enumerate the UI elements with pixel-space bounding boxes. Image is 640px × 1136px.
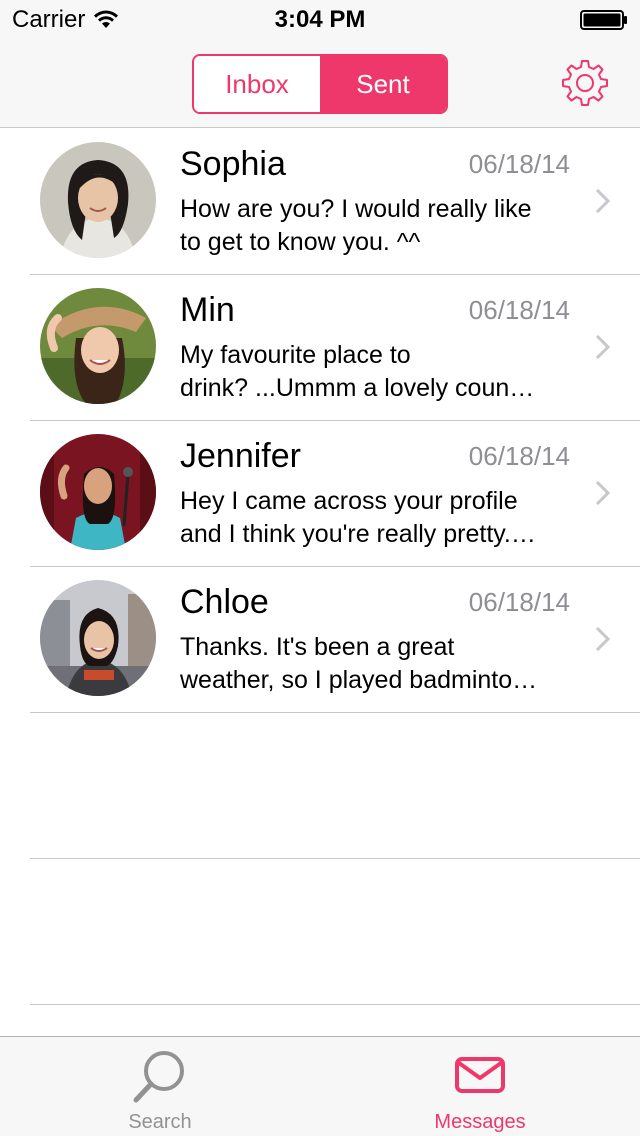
tab-search-label: Search [128, 1111, 192, 1133]
avatar [40, 434, 156, 550]
chevron-right-icon [595, 334, 611, 360]
avatar [40, 580, 156, 696]
tab-bar: Search Messages [0, 1036, 640, 1136]
message-date: 06/18/14 [468, 149, 570, 179]
avatar [40, 142, 156, 258]
sender-name: Jennifer [180, 437, 301, 475]
navigation-bar: Inbox Sent [0, 40, 640, 128]
sender-name: Chloe [180, 583, 269, 621]
message-list: Sophia 06/18/14 How are you? I would rea… [0, 129, 640, 1005]
tab-messages[interactable]: Messages [320, 1037, 640, 1136]
tab-messages-label: Messages [434, 1111, 526, 1133]
chevron-right-icon [595, 188, 611, 214]
message-preview-line: drink? ...Ummm a lovely coun… [180, 374, 535, 402]
message-preview-line: and I think you're really pretty.… [180, 520, 536, 548]
chevron-right-icon [595, 480, 611, 506]
message-preview-line: Hey I came across your profile [180, 487, 518, 515]
empty-row [0, 713, 640, 859]
message-preview-line: Thanks. It's been a great [180, 633, 455, 661]
gear-icon[interactable] [560, 58, 610, 108]
sender-name: Min [180, 291, 235, 329]
message-row-min[interactable]: Min 06/18/14 My favourite place to drink… [0, 275, 640, 421]
inbox-sent-segmented-control: Inbox Sent [192, 54, 448, 114]
message-preview: Thanks. It's been a great weather, so I … [180, 631, 572, 697]
empty-row [0, 859, 640, 1005]
message-preview-line: to get to know you. ^^ [180, 228, 421, 256]
message-row-jennifer[interactable]: Jennifer 06/18/14 Hey I came across your… [0, 421, 640, 567]
message-row-chloe[interactable]: Chloe 06/18/14 Thanks. It's been a great… [0, 567, 640, 713]
message-preview-line: weather, so I played badminto… [180, 666, 538, 694]
sender-name: Sophia [180, 145, 286, 183]
chevron-right-icon [595, 626, 611, 652]
envelope-icon [455, 1057, 505, 1093]
status-time: 3:04 PM [274, 6, 366, 33]
message-row-sophia[interactable]: Sophia 06/18/14 How are you? I would rea… [0, 129, 640, 275]
message-date: 06/18/14 [468, 587, 570, 617]
message-date: 06/18/14 [468, 295, 570, 325]
message-preview: My favourite place to drink? ...Ummm a l… [180, 339, 572, 405]
message-preview-line: How are you? I would really like [180, 195, 532, 223]
status-bar: Carrier 3:04 PM [0, 0, 640, 40]
segment-inbox[interactable]: Inbox [194, 56, 320, 112]
row-divider [30, 1004, 640, 1005]
battery-icon [580, 10, 627, 30]
message-preview-line: My favourite place to [180, 341, 411, 369]
avatar [40, 288, 156, 404]
message-preview: Hey I came across your profile and I thi… [180, 485, 572, 551]
message-preview: How are you? I would really like to get … [180, 193, 572, 259]
segment-sent[interactable]: Sent [320, 56, 446, 112]
tab-search[interactable]: Search [0, 1037, 320, 1136]
message-date: 06/18/14 [468, 441, 570, 471]
search-icon [133, 1051, 184, 1103]
